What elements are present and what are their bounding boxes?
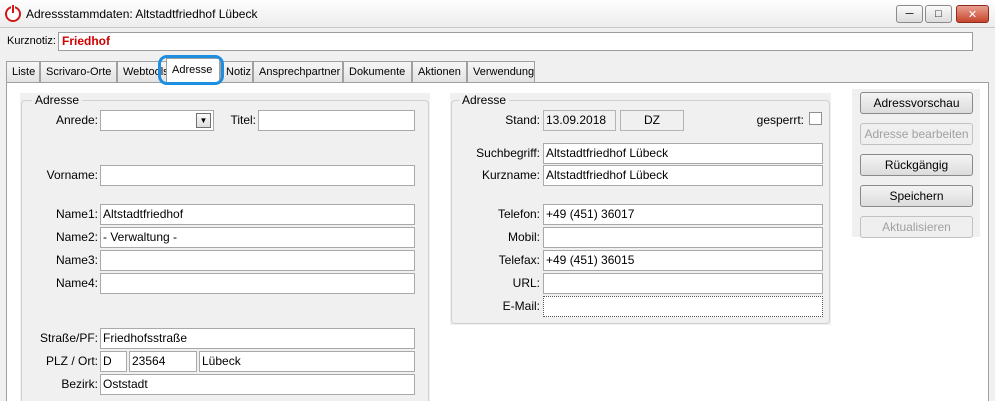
anrede-label: Anrede: — [55, 113, 98, 127]
rueckgaengig-button[interactable]: Rückgängig — [860, 154, 973, 176]
telefax-input[interactable]: +49 (451) 36015 — [543, 250, 823, 271]
mobil-input[interactable] — [543, 227, 823, 248]
strasse-input[interactable]: Friedhofsstraße — [100, 328, 415, 349]
url-input[interactable] — [543, 273, 823, 294]
name2-input[interactable]: - Verwaltung - — [100, 227, 415, 248]
titel-input[interactable] — [258, 110, 415, 131]
tab-aktionen[interactable]: Aktionen — [412, 61, 467, 83]
ort-input[interactable]: Lübeck — [199, 351, 415, 372]
gesperrt-label: gesperrt: — [756, 113, 804, 127]
suchbegriff-input[interactable]: Altstadtfriedhof Lübeck — [543, 143, 823, 164]
tab-liste[interactable]: Liste — [6, 61, 40, 83]
name2-label: Name2: — [55, 230, 98, 244]
kurzname-input[interactable]: Altstadtfriedhof Lübeck — [543, 165, 823, 186]
name3-label: Name3: — [55, 253, 98, 267]
name3-input[interactable] — [100, 250, 415, 271]
email-input[interactable] — [543, 296, 823, 317]
aktualisieren-button[interactable]: Aktualisieren — [860, 216, 973, 238]
kurznotiz-label: Kurznotiz: — [7, 35, 56, 47]
strasse-label: Straße/PF: — [39, 331, 98, 345]
suchbegriff-label: Suchbegriff: — [476, 146, 540, 160]
tab-ansprechpartner[interactable]: Ansprechpartner — [253, 61, 343, 83]
telefax-label: Telefax: — [498, 253, 540, 267]
tab-verwendung[interactable]: Verwendung — [467, 61, 535, 83]
window-title: Adressstammdaten: Altstadtfriedhof Lübec… — [26, 7, 258, 21]
plz-ort-label: PLZ / Ort: — [45, 354, 98, 368]
stand-label: Stand: — [505, 113, 540, 127]
minimize-button[interactable]: ─ — [896, 5, 923, 23]
email-label: E-Mail: — [502, 299, 540, 313]
speichern-button[interactable]: Speichern — [860, 185, 973, 207]
kurzname-label: Kurzname: — [481, 168, 540, 182]
bezirk-label: Bezirk: — [61, 377, 98, 391]
tab-dokumente[interactable]: Dokumente — [343, 61, 412, 83]
titel-label: Titel: — [230, 113, 256, 127]
name4-input[interactable] — [100, 273, 415, 294]
tab-notiz[interactable]: Notiz — [220, 61, 253, 83]
vorname-input[interactable] — [100, 165, 415, 186]
telefon-label: Telefon: — [497, 207, 540, 221]
adresse-bearbeiten-button[interactable]: Adresse bearbeiten — [860, 123, 973, 145]
chevron-down-icon[interactable]: ▼ — [196, 113, 211, 128]
gesperrt-checkbox[interactable] — [809, 112, 822, 125]
name4-label: Name4: — [55, 276, 98, 290]
adressvorschau-button[interactable]: Adressvorschau — [860, 92, 973, 114]
tab-highlight-marker — [158, 55, 224, 85]
stand-user-field: DZ — [620, 110, 684, 131]
vorname-label: Vorname: — [46, 168, 98, 182]
bezirk-input[interactable]: Oststadt — [100, 374, 415, 395]
plz-input[interactable]: 23564 — [129, 351, 197, 372]
name1-input[interactable]: Altstadtfriedhof — [100, 204, 415, 225]
left-group-title: Adresse — [32, 93, 83, 107]
kurznotiz-input[interactable]: Friedhof — [58, 32, 973, 51]
name1-label: Name1: — [55, 207, 98, 221]
url-label: URL: — [512, 276, 540, 290]
right-group-title: Adresse — [459, 93, 510, 107]
close-button[interactable]: ✕ — [956, 5, 989, 23]
power-icon — [5, 5, 21, 22]
land-input[interactable]: D — [100, 351, 127, 372]
title-bar: Adressstammdaten: Altstadtfriedhof Lübec… — [0, 0, 995, 28]
tab-scrivaro-orte[interactable]: Scrivaro-Orte — [40, 61, 117, 83]
maximize-button[interactable]: □ — [925, 5, 952, 23]
stand-date-field: 13.09.2018 — [543, 110, 616, 131]
mobil-label: Mobil: — [507, 230, 540, 244]
anrede-select[interactable]: ▼ — [100, 110, 214, 131]
telefon-input[interactable]: +49 (451) 36017 — [543, 204, 823, 225]
